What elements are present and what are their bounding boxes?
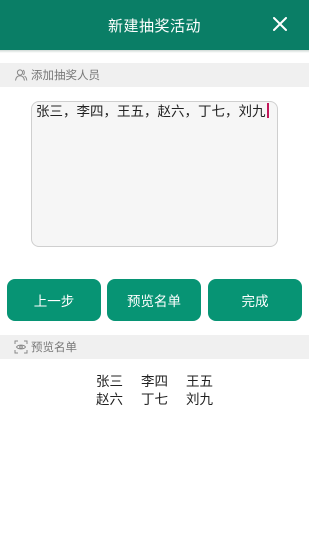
close-icon[interactable] [269,13,291,35]
preview-name: 赵六 [96,392,123,408]
preview-name: 李四 [141,374,168,390]
preview-name: 王五 [186,374,213,390]
section-label: 添加抽奖人员 [31,68,100,82]
textarea-value: 张三，李四，王五，赵六，丁七，刘九 [36,104,266,120]
previous-step-button[interactable]: 上一步 [7,279,101,321]
participants-textarea[interactable]: 张三，李四，王五，赵六，丁七，刘九 [31,101,278,247]
preview-row: 赵六 丁七 刘九 [0,391,309,409]
preview-name: 张三 [96,374,123,390]
text-caret [266,103,269,118]
users-icon [14,68,28,82]
preview-list-button[interactable]: 预览名单 [107,279,201,321]
preview-name: 刘九 [186,392,213,408]
add-participants-section: 添加抽奖人员 [0,63,309,87]
eye-scan-icon [14,340,28,354]
preview-name-list: 张三 李四 王五 赵六 丁七 刘九 [0,373,309,409]
app-header: 新建抽奖活动 [0,0,309,50]
preview-row: 张三 李四 王五 [0,373,309,391]
preview-name: 丁七 [141,392,168,408]
preview-section: 预览名单 [0,335,309,359]
header-shadow [0,50,309,53]
section-label: 预览名单 [31,340,77,354]
done-button[interactable]: 完成 [208,279,302,321]
page-title: 新建抽奖活动 [107,16,201,35]
